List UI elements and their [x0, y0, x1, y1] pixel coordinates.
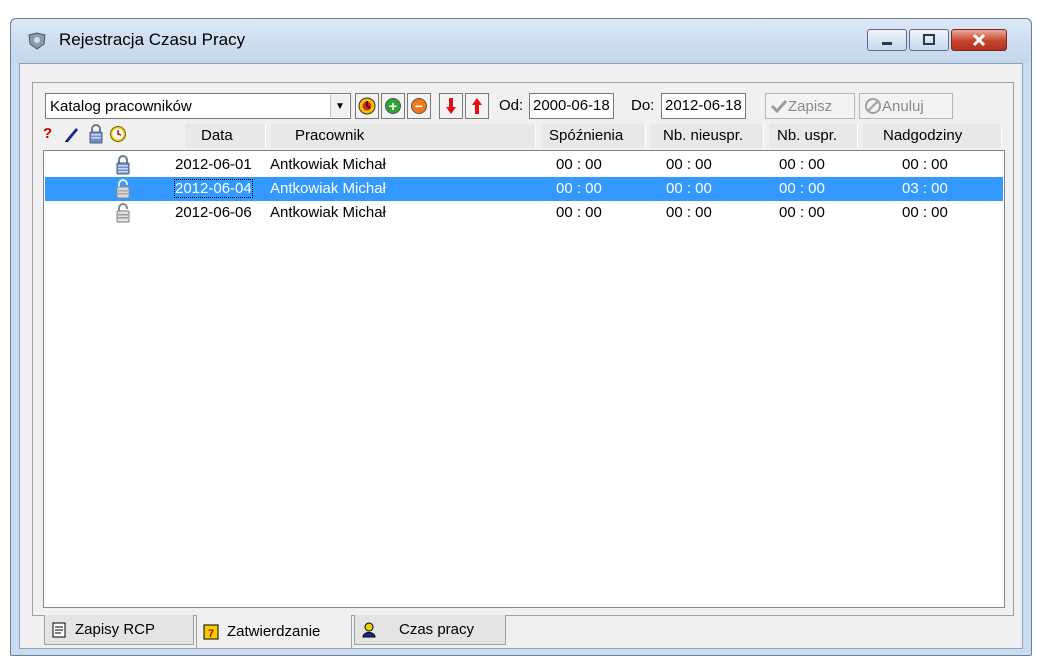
close-button[interactable] [951, 29, 1007, 51]
app-window: Rejestracja Czasu Pracy Katalog pracowni… [10, 18, 1032, 656]
tab-label: Czas pracy [399, 621, 475, 638]
cell-nb-uspr: 00 : 00 [779, 156, 825, 173]
cell-employee: Antkowiak Michał [270, 156, 386, 173]
calendar-icon: 7 [203, 624, 219, 640]
minimize-button[interactable] [867, 29, 907, 51]
table-row-selected[interactable]: 2012-06-04 Antkowiak Michał 00 : 00 00 :… [45, 177, 1003, 201]
tab-czas-pracy[interactable]: Czas pracy [354, 615, 506, 645]
lock-icon[interactable] [87, 123, 105, 145]
cell-nadgodziny: 00 : 00 [902, 204, 948, 221]
records-list[interactable]: 2012-06-01 Antkowiak Michał 00 : 00 00 :… [43, 150, 1005, 608]
column-header-nadgodziny[interactable]: Nadgodziny [883, 127, 962, 144]
check-icon [770, 99, 788, 113]
client-area: Katalog pracowników ▼ + − Od: 2000-06-18… [19, 63, 1023, 649]
to-label: Do: [631, 97, 655, 114]
tab-zatwierdzanie[interactable]: 7 Zatwierdzanie [196, 615, 352, 649]
chevron-down-icon[interactable]: ▼ [330, 95, 349, 117]
remove-icon: − [411, 98, 427, 114]
cell-spoznienia: 00 : 00 [556, 180, 602, 197]
pencil-icon[interactable] [63, 125, 81, 143]
arrow-down-icon [446, 98, 456, 114]
move-up-button[interactable] [465, 93, 489, 119]
cell-spoznienia: 00 : 00 [556, 204, 602, 221]
catalog-select-value: Katalog pracowników [50, 98, 192, 115]
cell-employee: Antkowiak Michał [270, 180, 386, 197]
from-label: Od: [499, 97, 524, 114]
minimize-icon [882, 42, 892, 45]
list-header: ? Data Pracownik Spóźnienia Nb. nieuspr.… [41, 123, 1005, 149]
cell-employee: Antkowiak Michał [270, 204, 386, 221]
main-panel: Katalog pracowników ▼ + − Od: 2000-06-18… [32, 82, 1014, 616]
table-row[interactable]: 2012-06-06 Antkowiak Michał 00 : 00 00 :… [45, 201, 1003, 225]
move-down-button[interactable] [439, 93, 463, 119]
column-header-pracownik[interactable]: Pracownik [295, 127, 364, 144]
cancel-icon [865, 98, 881, 114]
cell-nadgodziny: 03 : 00 [902, 180, 948, 197]
close-icon [972, 33, 986, 47]
cell-nb-nieuspr: 00 : 00 [666, 204, 712, 221]
column-header-data[interactable]: Data [201, 127, 233, 144]
tab-label: Zapisy RCP [75, 621, 156, 638]
cell-spoznienia: 00 : 00 [556, 156, 602, 173]
person-icon [362, 622, 376, 637]
question-icon[interactable]: ? [43, 125, 52, 142]
lock-open-icon [116, 203, 130, 223]
add-button[interactable]: + [381, 93, 405, 119]
window-title: Rejestracja Czasu Pracy [59, 30, 246, 49]
cell-nb-nieuspr: 00 : 00 [666, 180, 712, 197]
from-date-field[interactable]: 2000-06-18 [529, 93, 614, 119]
lock-open-icon [116, 179, 130, 199]
maximize-icon [923, 34, 935, 45]
tab-label: Zatwierdzanie [227, 623, 321, 640]
clock-report-button[interactable] [355, 93, 379, 119]
catalog-select[interactable]: Katalog pracowników ▼ [45, 93, 351, 119]
cell-nb-uspr: 00 : 00 [779, 180, 825, 197]
column-header-nb-uspr[interactable]: Nb. uspr. [777, 127, 837, 144]
maximize-button[interactable] [909, 29, 949, 51]
column-header-spoznienia[interactable]: Spóźnienia [549, 127, 623, 144]
cell-date: 2012-06-06 [175, 204, 252, 221]
column-header-nb-nieuspr[interactable]: Nb. nieuspr. [663, 127, 743, 144]
app-logo-icon [28, 32, 46, 50]
save-button[interactable]: Zapisz [765, 93, 855, 119]
cell-date: 2012-06-01 [175, 156, 252, 173]
cell-nb-nieuspr: 00 : 00 [666, 156, 712, 173]
add-icon: + [385, 98, 401, 114]
cell-nadgodziny: 00 : 00 [902, 156, 948, 173]
table-row[interactable]: 2012-06-01 Antkowiak Michał 00 : 00 00 :… [45, 153, 1003, 177]
clock-icon[interactable] [109, 125, 127, 143]
cancel-button-label: Anuluj [882, 97, 924, 115]
clock-report-icon [358, 97, 376, 115]
tab-zapisy-rcp[interactable]: Zapisy RCP [44, 615, 194, 645]
arrow-up-icon [472, 98, 482, 114]
remove-button[interactable]: − [407, 93, 431, 119]
title-bar[interactable]: Rejestracja Czasu Pracy [11, 19, 1031, 63]
cancel-button[interactable]: Anuluj [859, 93, 953, 119]
lock-closed-icon [116, 155, 130, 175]
to-date-field[interactable]: 2012-06-18 [661, 93, 746, 119]
cell-nb-uspr: 00 : 00 [779, 204, 825, 221]
save-button-label: Zapisz [788, 97, 833, 115]
cell-date: 2012-06-04 [174, 179, 253, 198]
document-icon [52, 622, 66, 637]
svg-text:7: 7 [208, 628, 214, 640]
